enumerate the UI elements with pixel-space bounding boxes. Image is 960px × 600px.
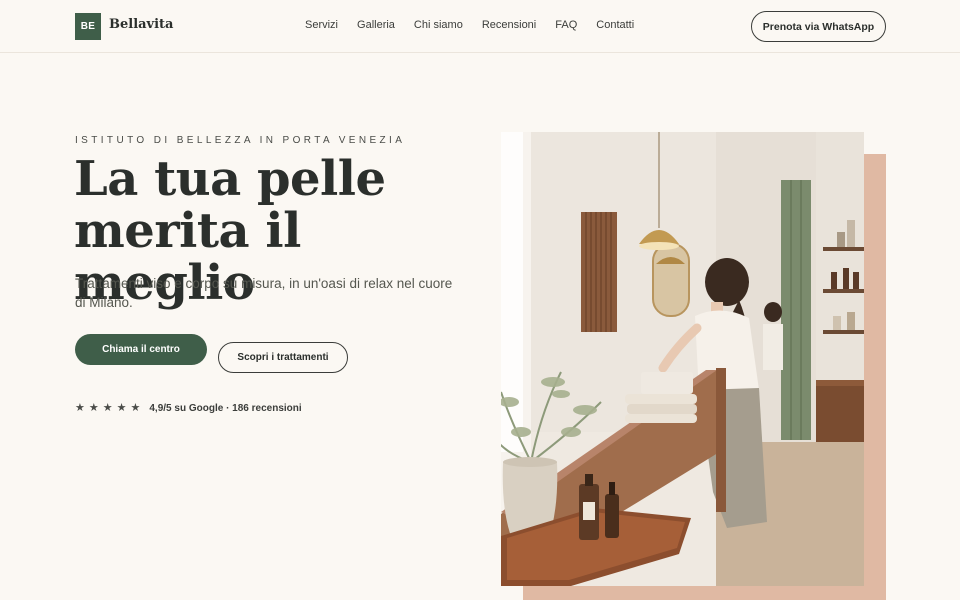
hero-eyebrow: ISTITUTO DI BELLEZZA IN PORTA VENEZIA [75, 135, 406, 146]
nav-link-contatti[interactable]: Contatti [596, 19, 634, 31]
headline-line-1: La tua pelle [74, 151, 386, 207]
rating-stars: ★ ★ ★ ★ ★ [75, 403, 140, 414]
star-icon: ★ [75, 402, 85, 414]
star-icon: ★ [116, 402, 127, 414]
site-header: BE Bellavita Servizi Galleria Chi siamo … [0, 0, 960, 53]
whatsapp-booking-button[interactable]: Prenota via WhatsApp [751, 11, 886, 42]
main-nav: Servizi Galleria Chi siamo Recensioni FA… [305, 19, 653, 31]
rating-text: 4,9/5 su Google · 186 recensioni [149, 403, 302, 414]
star-icon: ★ [88, 402, 99, 414]
nav-link-galleria[interactable]: Galleria [357, 19, 395, 31]
hero-subtitle: Trattamenti viso e corpo su misura, in u… [75, 276, 453, 310]
nav-link-recensioni[interactable]: Recensioni [482, 19, 536, 31]
nav-link-chi-siamo[interactable]: Chi siamo [414, 19, 463, 31]
brand-name[interactable]: Bellavita [109, 17, 173, 32]
star-icon: ★ [102, 402, 113, 414]
nav-link-faq[interactable]: FAQ [555, 19, 577, 31]
logo-mark[interactable]: BE [75, 13, 101, 40]
discover-treatments-button[interactable]: Scopri i trattamenti [218, 342, 348, 373]
google-rating: ★ ★ ★ ★ ★ 4,9/5 su Google · 186 recensio… [75, 403, 302, 415]
call-center-button[interactable]: Chiama il centro [75, 334, 207, 365]
salon-photo [501, 132, 864, 586]
star-icon: ★ [130, 402, 141, 414]
nav-link-servizi[interactable]: Servizi [305, 19, 338, 31]
